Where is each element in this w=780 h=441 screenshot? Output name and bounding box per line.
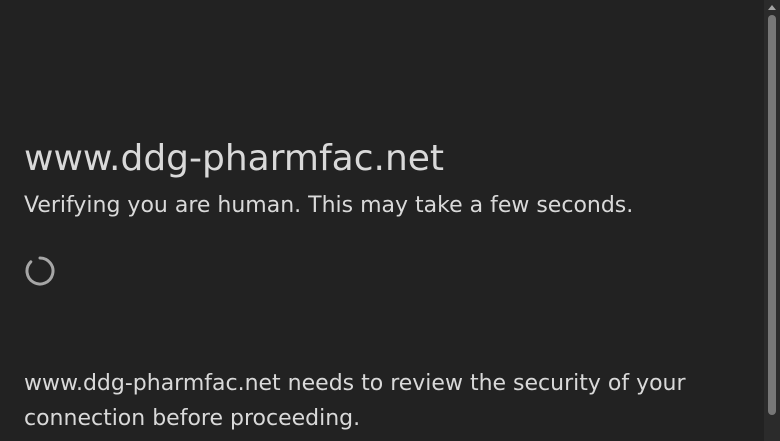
loading-spinner-icon	[25, 256, 55, 286]
challenge-page: www.ddg-pharmfac.net Verifying you are h…	[24, 0, 764, 441]
site-domain-heading: www.ddg-pharmfac.net	[24, 138, 445, 179]
scroll-up-arrow-icon[interactable]	[768, 5, 776, 10]
vertical-scrollbar[interactable]	[764, 0, 780, 441]
verification-message: Verifying you are human. This may take a…	[24, 193, 634, 218]
scrollbar-thumb[interactable]	[768, 15, 776, 415]
security-review-notice: www.ddg-pharmfac.net needs to review the…	[24, 371, 686, 431]
